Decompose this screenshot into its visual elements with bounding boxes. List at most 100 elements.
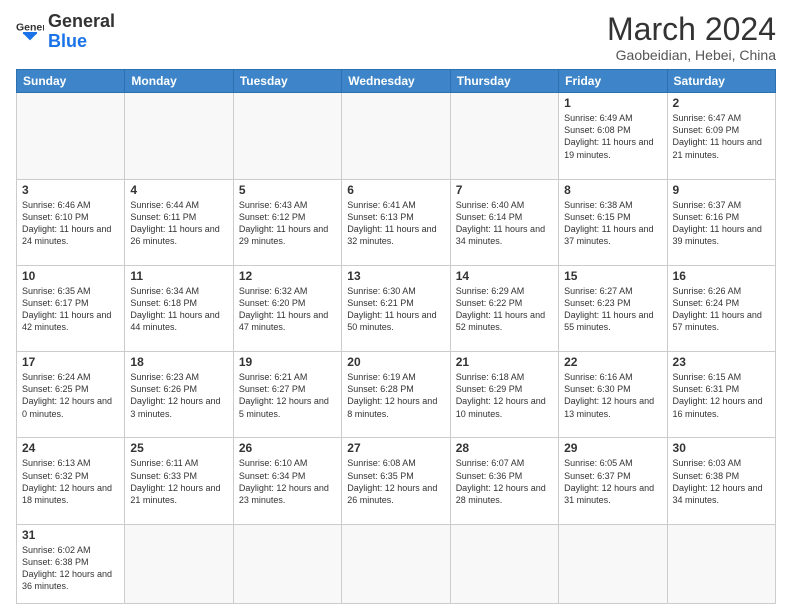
calendar-day: 15 Sunrise: 6:27 AM Sunset: 6:23 PM Dayli…: [559, 265, 667, 351]
day-info: Sunrise: 6:47 AM Sunset: 6:09 PM Dayligh…: [673, 112, 770, 161]
day-info: Sunrise: 6:37 AM Sunset: 6:16 PM Dayligh…: [673, 199, 770, 248]
calendar-day: 25 Sunrise: 6:11 AM Sunset: 6:33 PM Dayli…: [125, 438, 233, 524]
calendar-day: 10 Sunrise: 6:35 AM Sunset: 6:17 PM Dayli…: [17, 265, 125, 351]
day-number: 20: [347, 355, 444, 369]
calendar-day: [342, 524, 450, 603]
day-number: 28: [456, 441, 553, 455]
day-info: Sunrise: 6:11 AM Sunset: 6:33 PM Dayligh…: [130, 457, 227, 506]
day-info: Sunrise: 6:03 AM Sunset: 6:38 PM Dayligh…: [673, 457, 770, 506]
calendar-day: [450, 93, 558, 179]
day-info: Sunrise: 6:29 AM Sunset: 6:22 PM Dayligh…: [456, 285, 553, 334]
day-info: Sunrise: 6:19 AM Sunset: 6:28 PM Dayligh…: [347, 371, 444, 420]
day-info: Sunrise: 6:15 AM Sunset: 6:31 PM Dayligh…: [673, 371, 770, 420]
title-block: March 2024 Gaobeidian, Hebei, China: [607, 12, 776, 63]
day-number: 21: [456, 355, 553, 369]
day-number: 22: [564, 355, 661, 369]
day-number: 9: [673, 183, 770, 197]
day-number: 6: [347, 183, 444, 197]
calendar-day: 31Sunrise: 6:02 AM Sunset: 6:38 PM Dayli…: [17, 524, 125, 603]
day-number: 13: [347, 269, 444, 283]
day-info: Sunrise: 6:38 AM Sunset: 6:15 PM Dayligh…: [564, 199, 661, 248]
logo-blue: Blue: [48, 32, 115, 52]
day-number: 16: [673, 269, 770, 283]
calendar-day: [559, 524, 667, 603]
calendar-day: 12 Sunrise: 6:32 AM Sunset: 6:20 PM Dayli…: [233, 265, 341, 351]
day-info: Sunrise: 6:18 AM Sunset: 6:29 PM Dayligh…: [456, 371, 553, 420]
calendar-week-row: 17Sunrise: 6:24 AM Sunset: 6:25 PM Dayli…: [17, 352, 776, 438]
day-info: Sunrise: 6:26 AM Sunset: 6:24 PM Dayligh…: [673, 285, 770, 334]
calendar-day: 24Sunrise: 6:13 AM Sunset: 6:32 PM Dayli…: [17, 438, 125, 524]
calendar-day: 23 Sunrise: 6:15 AM Sunset: 6:31 PM Dayli…: [667, 352, 775, 438]
day-info: Sunrise: 6:16 AM Sunset: 6:30 PM Dayligh…: [564, 371, 661, 420]
day-number: 15: [564, 269, 661, 283]
day-info: Sunrise: 6:40 AM Sunset: 6:14 PM Dayligh…: [456, 199, 553, 248]
logo-general: General: [48, 12, 115, 32]
calendar-day: 9 Sunrise: 6:37 AM Sunset: 6:16 PM Daylig…: [667, 179, 775, 265]
calendar-day: 26 Sunrise: 6:10 AM Sunset: 6:34 PM Dayli…: [233, 438, 341, 524]
day-number: 3: [22, 183, 119, 197]
day-info: Sunrise: 6:30 AM Sunset: 6:21 PM Dayligh…: [347, 285, 444, 334]
calendar-day: 5 Sunrise: 6:43 AM Sunset: 6:12 PM Daylig…: [233, 179, 341, 265]
day-number: 10: [22, 269, 119, 283]
header: General General Blue March 2024 Gaobeidi…: [16, 12, 776, 63]
calendar-header-row: SundayMondayTuesdayWednesdayThursdayFrid…: [17, 70, 776, 93]
day-info: Sunrise: 6:23 AM Sunset: 6:26 PM Dayligh…: [130, 371, 227, 420]
day-info: Sunrise: 6:35 AM Sunset: 6:17 PM Dayligh…: [22, 285, 119, 334]
day-number: 26: [239, 441, 336, 455]
day-number: 17: [22, 355, 119, 369]
calendar-day: [125, 524, 233, 603]
calendar-day: 17Sunrise: 6:24 AM Sunset: 6:25 PM Dayli…: [17, 352, 125, 438]
calendar-day: 18Sunrise: 6:23 AM Sunset: 6:26 PM Dayli…: [125, 352, 233, 438]
day-info: Sunrise: 6:13 AM Sunset: 6:32 PM Dayligh…: [22, 457, 119, 506]
day-number: 14: [456, 269, 553, 283]
calendar-day: 22 Sunrise: 6:16 AM Sunset: 6:30 PM Dayli…: [559, 352, 667, 438]
calendar-day: 3Sunrise: 6:46 AM Sunset: 6:10 PM Daylig…: [17, 179, 125, 265]
day-number: 27: [347, 441, 444, 455]
page: General General Blue March 2024 Gaobeidi…: [0, 0, 792, 612]
day-info: Sunrise: 6:34 AM Sunset: 6:18 PM Dayligh…: [130, 285, 227, 334]
calendar-day: 13 Sunrise: 6:30 AM Sunset: 6:21 PM Dayli…: [342, 265, 450, 351]
day-info: Sunrise: 6:41 AM Sunset: 6:13 PM Dayligh…: [347, 199, 444, 248]
day-number: 1: [564, 96, 661, 110]
column-header-thursday: Thursday: [450, 70, 558, 93]
calendar-day: 21 Sunrise: 6:18 AM Sunset: 6:29 PM Dayli…: [450, 352, 558, 438]
calendar-day: 14 Sunrise: 6:29 AM Sunset: 6:22 PM Dayli…: [450, 265, 558, 351]
day-number: 7: [456, 183, 553, 197]
day-number: 29: [564, 441, 661, 455]
calendar-day: 7 Sunrise: 6:40 AM Sunset: 6:14 PM Daylig…: [450, 179, 558, 265]
day-number: 12: [239, 269, 336, 283]
calendar-day: [233, 524, 341, 603]
calendar-day: 30 Sunrise: 6:03 AM Sunset: 6:38 PM Dayli…: [667, 438, 775, 524]
column-header-sunday: Sunday: [17, 70, 125, 93]
calendar-week-row: 24Sunrise: 6:13 AM Sunset: 6:32 PM Dayli…: [17, 438, 776, 524]
calendar-day: 20 Sunrise: 6:19 AM Sunset: 6:28 PM Dayli…: [342, 352, 450, 438]
day-info: Sunrise: 6:21 AM Sunset: 6:27 PM Dayligh…: [239, 371, 336, 420]
calendar-day: [17, 93, 125, 179]
day-info: Sunrise: 6:32 AM Sunset: 6:20 PM Dayligh…: [239, 285, 336, 334]
column-header-friday: Friday: [559, 70, 667, 93]
calendar-day: 11Sunrise: 6:34 AM Sunset: 6:18 PM Dayli…: [125, 265, 233, 351]
day-number: 30: [673, 441, 770, 455]
day-number: 19: [239, 355, 336, 369]
column-header-wednesday: Wednesday: [342, 70, 450, 93]
location-subtitle: Gaobeidian, Hebei, China: [607, 47, 776, 63]
calendar-day: 29Sunrise: 6:05 AM Sunset: 6:37 PM Dayli…: [559, 438, 667, 524]
calendar-day: 6 Sunrise: 6:41 AM Sunset: 6:13 PM Daylig…: [342, 179, 450, 265]
generalblue-icon: General: [16, 18, 44, 46]
day-info: Sunrise: 6:43 AM Sunset: 6:12 PM Dayligh…: [239, 199, 336, 248]
calendar-week-row: 3Sunrise: 6:46 AM Sunset: 6:10 PM Daylig…: [17, 179, 776, 265]
day-info: Sunrise: 6:08 AM Sunset: 6:35 PM Dayligh…: [347, 457, 444, 506]
column-header-saturday: Saturday: [667, 70, 775, 93]
day-info: Sunrise: 6:02 AM Sunset: 6:38 PM Dayligh…: [22, 544, 119, 593]
day-info: Sunrise: 6:27 AM Sunset: 6:23 PM Dayligh…: [564, 285, 661, 334]
day-number: 23: [673, 355, 770, 369]
day-info: Sunrise: 6:07 AM Sunset: 6:36 PM Dayligh…: [456, 457, 553, 506]
calendar-day: 19 Sunrise: 6:21 AM Sunset: 6:27 PM Dayli…: [233, 352, 341, 438]
calendar-day: 27 Sunrise: 6:08 AM Sunset: 6:35 PM Dayli…: [342, 438, 450, 524]
day-number: 25: [130, 441, 227, 455]
month-title: March 2024: [607, 12, 776, 47]
calendar-week-row: 31Sunrise: 6:02 AM Sunset: 6:38 PM Dayli…: [17, 524, 776, 603]
day-number: 5: [239, 183, 336, 197]
calendar-day: [450, 524, 558, 603]
day-info: Sunrise: 6:10 AM Sunset: 6:34 PM Dayligh…: [239, 457, 336, 506]
